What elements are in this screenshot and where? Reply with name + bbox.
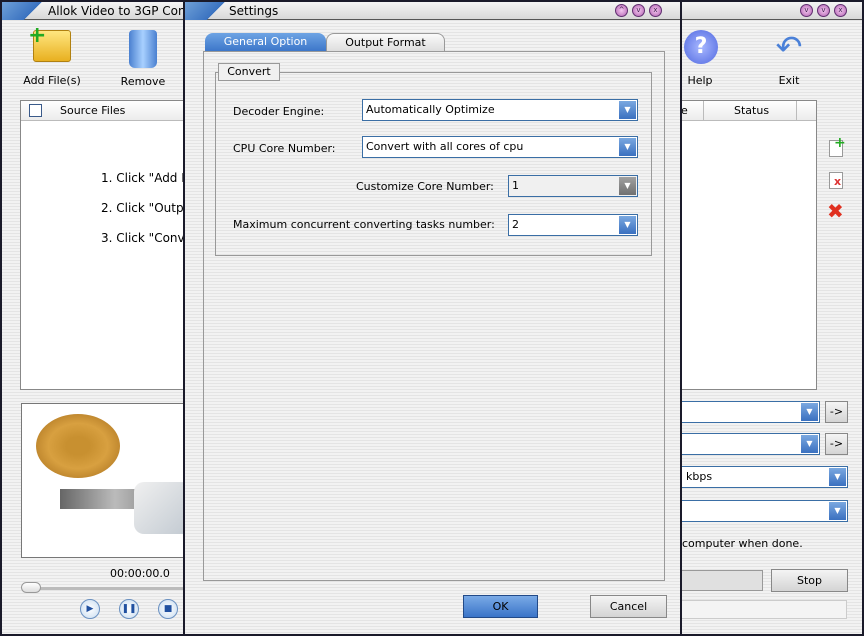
clear-list-icon[interactable]: ✖ xyxy=(827,199,844,223)
chevron-down-icon: ▼ xyxy=(829,468,846,486)
col-status[interactable]: Status xyxy=(734,104,769,117)
player-time: 00:00:00.0 xyxy=(110,567,170,580)
film-reel-icon xyxy=(36,414,120,478)
tab-output-format[interactable]: Output Format xyxy=(326,33,445,52)
tab-general-option[interactable]: General Option xyxy=(205,33,326,52)
add-files-button[interactable]: + Add File(s) xyxy=(22,23,82,87)
shutdown-label[interactable]: computer when done. xyxy=(682,537,803,550)
chevron-down-icon: ▼ xyxy=(619,216,636,234)
cpu-core-label: CPU Core Number: xyxy=(233,142,336,155)
col-source-files[interactable]: Source Files xyxy=(60,104,125,117)
output-arrow-button[interactable]: -> xyxy=(825,433,848,455)
chevron-down-icon: ▼ xyxy=(619,177,636,195)
chevron-down-icon: ▼ xyxy=(619,138,636,156)
minimize-icon[interactable]: ^ xyxy=(615,4,628,17)
remove-button[interactable]: Remove xyxy=(114,30,172,88)
col-partial[interactable]: e xyxy=(681,104,688,117)
maximize-icon[interactable]: v xyxy=(817,4,830,17)
preview-area xyxy=(21,403,194,558)
close-icon[interactable]: x xyxy=(649,4,662,17)
seek-slider[interactable] xyxy=(22,587,192,590)
output-select[interactable]: ▼ xyxy=(672,433,820,455)
extra-select[interactable]: ▼ xyxy=(672,500,848,522)
max-tasks-label: Maximum concurrent converting tasks numb… xyxy=(233,218,495,231)
decoder-label: Decoder Engine: xyxy=(233,105,325,118)
convert-group-label: Convert xyxy=(218,63,280,81)
customize-core-label: Customize Core Number: xyxy=(356,180,494,193)
pause-icon[interactable]: ❚❚ xyxy=(119,599,139,619)
main-title: Allok Video to 3GP Conve xyxy=(48,4,201,18)
stop-button[interactable]: Stop xyxy=(771,569,848,592)
chevron-down-icon: ▼ xyxy=(801,403,818,421)
help-icon: ? xyxy=(684,30,718,64)
dialog-title: Settings xyxy=(229,4,279,18)
chevron-down-icon: ▼ xyxy=(829,502,846,520)
stop-icon[interactable]: ■ xyxy=(158,599,178,619)
select-all-checkbox[interactable] xyxy=(29,104,42,117)
maximize-icon[interactable]: v xyxy=(632,4,645,17)
cancel-button[interactable]: Cancel xyxy=(590,595,667,618)
seek-handle[interactable] xyxy=(21,582,41,593)
folder-add-icon: + xyxy=(28,23,71,62)
exit-arrow-icon: ↶ xyxy=(775,28,803,66)
cpu-core-select[interactable]: Convert with all cores of cpu ▼ xyxy=(362,136,638,158)
decoder-engine-select[interactable]: Automatically Optimize ▼ xyxy=(362,99,638,121)
close-icon[interactable]: x xyxy=(834,4,847,17)
help-button[interactable]: ? Help xyxy=(680,30,720,87)
dialog-titlebar: Settings ^ v x xyxy=(185,0,680,20)
add-item-icon[interactable]: + xyxy=(829,135,846,157)
settings-dialog: Settings ^ v x General Option Output For… xyxy=(183,0,682,636)
play-icon[interactable]: ▶ xyxy=(80,599,100,619)
profile-select[interactable]: ▼ xyxy=(672,401,820,423)
instruction-3: 3. Click "Conve xyxy=(101,231,193,245)
convert-button[interactable] xyxy=(672,570,763,591)
instruction-1: 1. Click "Add F xyxy=(101,171,189,185)
profile-arrow-button[interactable]: -> xyxy=(825,401,848,423)
chevron-down-icon: ▼ xyxy=(801,435,818,453)
ok-button[interactable]: OK xyxy=(463,595,538,618)
progress-bar xyxy=(672,600,847,619)
minimize-icon[interactable]: v xyxy=(800,4,813,17)
bitrate-select[interactable]: kbps ▼ xyxy=(672,466,848,488)
customize-core-select[interactable]: 1 ▼ xyxy=(508,175,638,197)
instruction-2: 2. Click "Outpu xyxy=(101,201,192,215)
trash-icon xyxy=(129,30,157,68)
exit-button[interactable]: ↶ Exit xyxy=(764,30,814,87)
remove-item-icon[interactable]: x xyxy=(829,172,843,189)
chevron-down-icon: ▼ xyxy=(619,101,636,119)
max-tasks-select[interactable]: 2 ▼ xyxy=(508,214,638,236)
